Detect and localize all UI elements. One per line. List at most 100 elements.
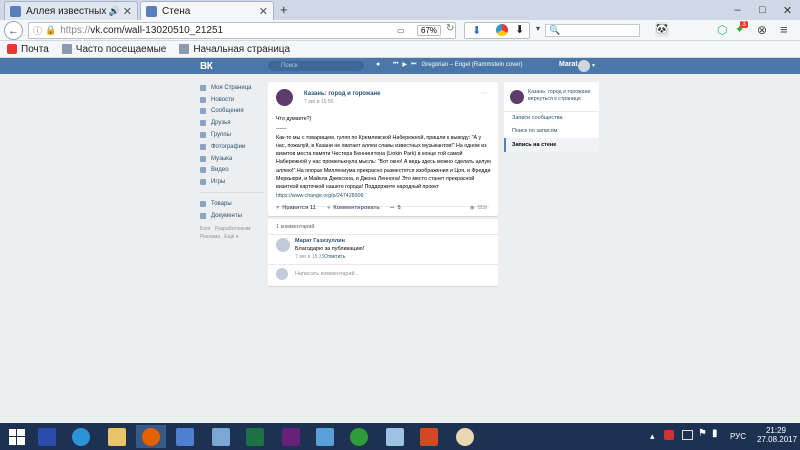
reply-link[interactable]: Ответить — [324, 254, 345, 260]
like-button[interactable]: ♥ Нравится 11 — [276, 205, 316, 211]
profile-avatar[interactable]: 🐼 — [655, 22, 669, 37]
taskbar-visual-studio[interactable] — [276, 425, 306, 448]
yandex-icon[interactable] — [496, 24, 508, 36]
maximize-button[interactable]: □ — [750, 0, 775, 20]
menu-item-groups[interactable]: Группы — [200, 129, 264, 141]
address-bar[interactable]: ⓘ 🔒 https:// vk.com/wall-13020510_21251 … — [28, 22, 456, 39]
tray-flag-icon[interactable]: ⚑ — [698, 428, 707, 439]
next-track-icon[interactable]: ⏭ — [411, 61, 416, 68]
tab-music-alley[interactable]: Аллея известных музык 🔊 ✕ — [4, 1, 138, 20]
comment-input[interactable]: Написать комментарий... — [295, 271, 359, 277]
user-avatar[interactable] — [578, 60, 590, 72]
heart-icon: ♥ — [276, 205, 280, 211]
back-button[interactable]: ← — [4, 21, 23, 40]
download-arrow-icon[interactable]: ⬇ — [472, 24, 481, 37]
taskbar-paint[interactable] — [450, 425, 480, 448]
taskbar-excel[interactable] — [240, 425, 270, 448]
taskbar-speaker[interactable] — [170, 425, 200, 448]
tray-network-icon[interactable]: ▮ — [712, 428, 718, 439]
notifications-bell-icon[interactable]: ● — [376, 61, 380, 68]
link-search-posts[interactable]: Поиск по записям — [504, 125, 599, 139]
footer-dev-link[interactable]: Разработчикам — [215, 226, 251, 232]
search-engine-box[interactable]: 🔍 — [545, 24, 640, 37]
menu-item-messages[interactable]: Сообщения — [200, 106, 264, 118]
comment-button[interactable]: ● Комментировать — [327, 205, 380, 211]
play-icon[interactable]: ▶ — [402, 61, 407, 68]
tab-wall[interactable]: Стена ✕ — [140, 1, 274, 21]
taskbar-ie[interactable] — [66, 425, 96, 448]
audio-playing-icon[interactable]: 🔊 — [109, 6, 120, 17]
bookmark-frequent[interactable]: Часто посещаемые — [61, 44, 166, 55]
like-count: Нравится 11 — [282, 205, 316, 211]
group-avatar[interactable] — [276, 89, 293, 106]
post-link[interactable]: https://www.change.org/p/247428909 — [276, 193, 363, 199]
taskbar-utorrent[interactable] — [344, 425, 374, 448]
commenter-avatar[interactable] — [276, 238, 290, 252]
bookmark-label: Начальная страница — [193, 43, 291, 55]
post-author[interactable]: Казань: город и горожане — [304, 91, 381, 97]
close-window-button[interactable]: ✕ — [775, 0, 800, 20]
reader-view-icon[interactable]: ▭ — [397, 26, 405, 35]
comments-block: 1 комментарий Марат Газизуллин Благодарю… — [268, 219, 498, 286]
menu-dropdown-icon[interactable]: ▾ — [536, 24, 540, 33]
new-tab-button[interactable]: + — [280, 2, 288, 17]
menu-item-music[interactable]: Музыка — [200, 153, 264, 165]
menu-item-my-page[interactable]: Моя Страница — [200, 82, 264, 94]
info-icon[interactable]: ⓘ — [33, 24, 42, 37]
share-button[interactable]: ➦ 5 — [390, 205, 401, 211]
taskbar-explorer[interactable] — [102, 425, 132, 448]
chevron-down-icon[interactable]: ▾ — [592, 62, 595, 69]
zoom-level[interactable]: 67% — [417, 25, 442, 36]
menu-item-photos[interactable]: Фотографии — [200, 141, 264, 153]
taskbar-xp-app[interactable] — [32, 425, 62, 448]
tray-app-icon[interactable] — [664, 430, 674, 440]
group-avatar[interactable] — [510, 90, 524, 104]
comment-date[interactable]: 7 авг в 18:35 — [295, 254, 324, 260]
menu-item-news[interactable]: Новости — [200, 94, 264, 106]
vk-logo[interactable]: ВК — [200, 61, 213, 72]
bookmark-mail[interactable]: Почта — [7, 44, 49, 55]
taskbar-notepad[interactable] — [380, 425, 410, 448]
close-tab-icon[interactable]: ✕ — [123, 5, 132, 18]
tray-monitor-icon[interactable] — [682, 430, 693, 440]
reload-icon[interactable]: ↻ — [446, 23, 454, 34]
taskbar-remote-desktop[interactable] — [206, 425, 236, 448]
footer-ads-link[interactable]: Реклама — [200, 234, 220, 240]
footer-blog-link[interactable]: Блог — [200, 226, 211, 232]
post-menu-icon[interactable]: ··· — [480, 90, 487, 97]
close-tab-icon[interactable]: ✕ — [259, 5, 268, 18]
taskbar-firefox[interactable] — [136, 425, 166, 448]
now-playing-title[interactable]: Gregorian – Engel (Rammstein cover) — [421, 62, 522, 68]
post-date[interactable]: 7 авг в 15:56 — [304, 99, 333, 105]
footer-more-link[interactable]: Ещё — [224, 234, 234, 240]
downloads-icon[interactable]: ⬇ — [515, 23, 524, 36]
menu-item-video[interactable]: Видео — [200, 165, 264, 177]
windows-logo-button[interactable] — [2, 425, 32, 448]
link-community-posts[interactable]: Записи сообщества — [504, 111, 599, 125]
music-icon — [200, 155, 206, 162]
minimize-button[interactable]: – — [725, 0, 750, 20]
menu-item-documents[interactable]: Документы — [200, 210, 264, 222]
tray-chevron-icon[interactable]: ▴ — [650, 431, 655, 442]
menu-item-friends[interactable]: Друзья — [200, 117, 264, 129]
input-language[interactable]: РУС — [730, 432, 746, 441]
taskbar-powerpoint[interactable] — [414, 425, 444, 448]
menu-item-games[interactable]: Игры — [200, 176, 264, 188]
url-scheme: https:// — [60, 25, 91, 36]
hamburger-menu-icon[interactable]: ≡ — [780, 22, 788, 37]
comment-author[interactable]: Марат Газизуллин — [295, 238, 345, 244]
vk-search-input[interactable]: Поиск — [268, 61, 364, 71]
mail-icon — [7, 44, 17, 54]
prev-track-icon[interactable]: ⏮ — [393, 61, 398, 68]
extension-icon[interactable]: ⬡ — [717, 23, 727, 37]
vk-header: ВК Поиск ● ⏮ ▶ ⏭ Gregorian – Engel (Ramm… — [0, 58, 800, 74]
user-name[interactable]: Marat — [559, 61, 578, 68]
clock[interactable]: 21:29 27.08.2017 — [757, 426, 797, 444]
taskbar-control-panel[interactable] — [310, 425, 340, 448]
menu-item-goods[interactable]: Товары — [200, 198, 264, 210]
link-wall-post[interactable]: Запись на стене — [504, 138, 599, 152]
back-to-group[interactable]: Казань: город и горожане вернуться к стр… — [528, 89, 598, 103]
remote-desktop-icon — [212, 427, 230, 446]
sync-icon[interactable]: ⊗ — [757, 23, 767, 37]
bookmark-home[interactable]: Начальная страница — [179, 44, 290, 55]
